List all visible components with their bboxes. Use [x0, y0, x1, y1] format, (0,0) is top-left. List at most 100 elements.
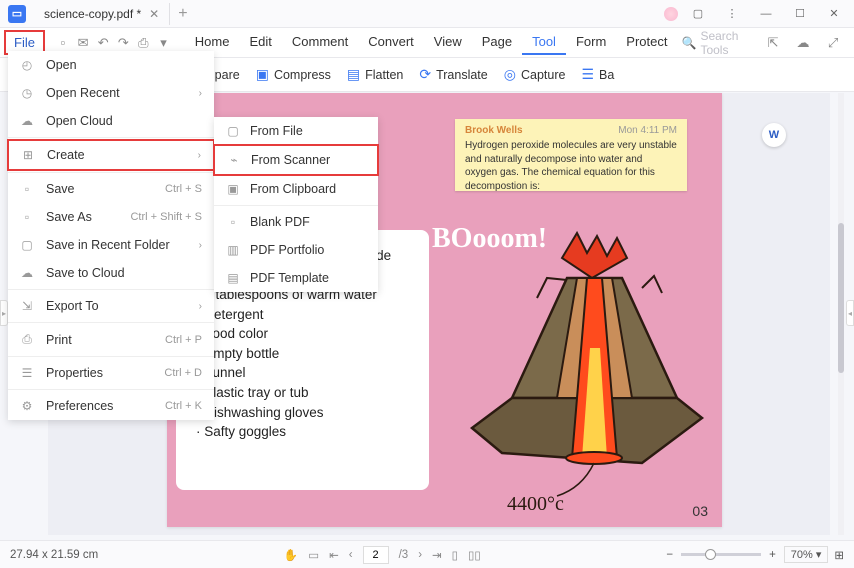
app-icon: ▭	[8, 5, 26, 23]
prev-page-icon[interactable]: ‹	[349, 549, 353, 561]
menu-form[interactable]: Form	[566, 30, 616, 55]
create-blank-pdf[interactable]: ▫Blank PDF	[214, 208, 378, 236]
list-item: · Food color	[196, 324, 409, 344]
flatten-button[interactable]: ▤Flatten	[347, 66, 403, 83]
menu-comment[interactable]: Comment	[282, 30, 358, 55]
temperature-label: 4400°c	[507, 493, 564, 516]
menu-item-icon: ☁	[20, 266, 34, 280]
file-menu-export-to[interactable]: ⇲Export To›	[8, 292, 214, 320]
menu-edit[interactable]: Edit	[239, 30, 281, 55]
menu-protect[interactable]: Protect	[616, 30, 677, 55]
menu-convert[interactable]: Convert	[358, 30, 424, 55]
cloud-icon[interactable]: ☁	[792, 32, 814, 54]
note-body: Hydrogen peroxide molecules are very uns…	[465, 139, 677, 193]
translate-icon: ⟳	[419, 66, 431, 83]
file-dropdown: ◴Open◷Open Recent›☁Open Cloud ⊞Create› ▫Sa…	[8, 51, 214, 420]
close-tab-icon[interactable]: ✕	[149, 7, 159, 21]
submenu-item-icon: ▤	[226, 271, 240, 285]
file-menu-save-as[interactable]: ▫Save AsCtrl + Shift + S	[8, 203, 214, 231]
zoom-thumb[interactable]	[705, 549, 716, 560]
select-tool-icon[interactable]: ▭	[308, 548, 319, 562]
submenu-item-icon: ▫	[226, 215, 240, 229]
page-input[interactable]	[363, 546, 389, 564]
menu-item-icon: ☰	[20, 366, 34, 380]
titlebar: ▭ science-copy.pdf * ✕ + ▢ ⋮ — ☐ ✕	[0, 0, 854, 28]
menu-tool[interactable]: Tool	[522, 30, 566, 55]
kebab-icon[interactable]: ⋮	[718, 3, 746, 25]
close-button[interactable]: ✕	[820, 3, 848, 25]
flatten-icon: ▤	[347, 66, 360, 83]
zoom-dropdown[interactable]: 70%▾	[784, 546, 829, 563]
file-menu-properties[interactable]: ☰PropertiesCtrl + D	[8, 359, 214, 387]
word-badge-icon[interactable]: W	[762, 123, 786, 147]
create-from-clipboard[interactable]: ▣From Clipboard	[214, 175, 378, 203]
create-from-file[interactable]: ▢From File	[214, 117, 378, 145]
create-from-scanner[interactable]: ⌁From Scanner	[213, 144, 379, 176]
menu-item-icon: ▢	[20, 238, 34, 252]
menu-item-icon: ◴	[20, 58, 34, 72]
minimize-button[interactable]: —	[752, 3, 780, 25]
file-menu-open-cloud[interactable]: ☁Open Cloud	[8, 107, 214, 135]
file-menu-open[interactable]: ◴Open	[8, 51, 214, 79]
menu-item-icon: ⚙	[20, 399, 34, 413]
avatar-icon[interactable]	[664, 7, 678, 21]
maximize-button[interactable]: ☐	[786, 3, 814, 25]
volcano-illustration	[442, 228, 717, 518]
file-menu-create[interactable]: ⊞Create›	[7, 139, 215, 171]
chevron-right-icon: ›	[199, 240, 202, 251]
tab-title: science-copy.pdf *	[44, 7, 141, 21]
zoom-in-icon[interactable]: +	[769, 549, 776, 561]
menu-item-icon: ⎙	[20, 332, 34, 347]
search-icon: 🔍	[681, 36, 696, 50]
submenu-item-icon: ▥	[226, 243, 240, 257]
zoom-slider[interactable]	[681, 553, 761, 556]
menu-item-icon: ▫	[20, 210, 34, 224]
next-page-icon[interactable]: ›	[418, 549, 422, 561]
create-pdf-portfolio[interactable]: ▥PDF Portfolio	[214, 236, 378, 264]
translate-button[interactable]: ⟳Translate	[419, 66, 487, 83]
menu-view[interactable]: View	[424, 30, 472, 55]
batch-icon: ☰	[581, 66, 594, 83]
first-page-icon[interactable]: ⇤	[329, 548, 339, 562]
chevron-right-icon: ›	[198, 150, 201, 161]
menu-item-icon: ▫	[20, 182, 34, 196]
file-menu-save-in-recent-folder[interactable]: ▢Save in Recent Folder›	[8, 231, 214, 259]
sticky-note[interactable]: Brook Wells Mon 4:11 PM Hydrogen peroxid…	[455, 119, 687, 191]
file-menu-save-to-cloud[interactable]: ☁Save to Cloud	[8, 259, 214, 287]
menu-item-icon: ◷	[20, 86, 34, 100]
expand-icon[interactable]: ⤢	[822, 32, 844, 54]
scrollbar-thumb[interactable]	[838, 223, 844, 373]
chevron-down-icon: ▾	[816, 548, 822, 561]
left-panel-handle[interactable]: ▸	[0, 300, 8, 326]
continuous-page-icon[interactable]: ▯▯	[468, 548, 481, 562]
menu-page[interactable]: Page	[472, 30, 522, 55]
list-item: · Detergent	[196, 305, 409, 325]
document-tab[interactable]: science-copy.pdf * ✕	[34, 3, 170, 25]
list-item: · Dishwashing gloves	[196, 403, 409, 423]
zoom-out-icon[interactable]: −	[666, 549, 673, 561]
file-menu-preferences[interactable]: ⚙PreferencesCtrl + K	[8, 392, 214, 420]
fit-page-icon[interactable]: ⊞	[834, 548, 844, 562]
last-page-icon[interactable]: ⇥	[432, 548, 442, 562]
new-tab-button[interactable]: +	[170, 5, 195, 23]
create-pdf-template[interactable]: ▤PDF Template	[214, 264, 378, 292]
hand-tool-icon[interactable]: ✋	[284, 548, 298, 562]
single-page-icon[interactable]: ▯	[452, 548, 458, 562]
share-icon[interactable]: ⇱	[762, 32, 784, 54]
menu-item-icon: ⊞	[21, 148, 35, 162]
compress-button[interactable]: ▣Compress	[256, 66, 331, 83]
capture-icon: ◎	[504, 66, 516, 83]
settings-icon[interactable]: ▢	[684, 3, 712, 25]
menu-item-icon: ☁	[20, 114, 34, 128]
capture-button[interactable]: ◎Capture	[504, 66, 566, 83]
list-item: · Plastic tray or tub	[196, 383, 409, 403]
search-tools-input[interactable]: 🔍 Search Tools	[681, 29, 754, 57]
chevron-right-icon: ›	[199, 88, 202, 99]
file-menu-open-recent[interactable]: ◷Open Recent›	[8, 79, 214, 107]
right-panel-handle[interactable]: ◂	[846, 300, 854, 326]
vertical-scrollbar[interactable]	[838, 93, 844, 535]
compress-icon: ▣	[256, 66, 269, 83]
file-menu-print[interactable]: ⎙PrintCtrl + P	[8, 325, 214, 354]
batch-button[interactable]: ☰Ba	[581, 66, 614, 83]
file-menu-save[interactable]: ▫SaveCtrl + S	[8, 175, 214, 203]
